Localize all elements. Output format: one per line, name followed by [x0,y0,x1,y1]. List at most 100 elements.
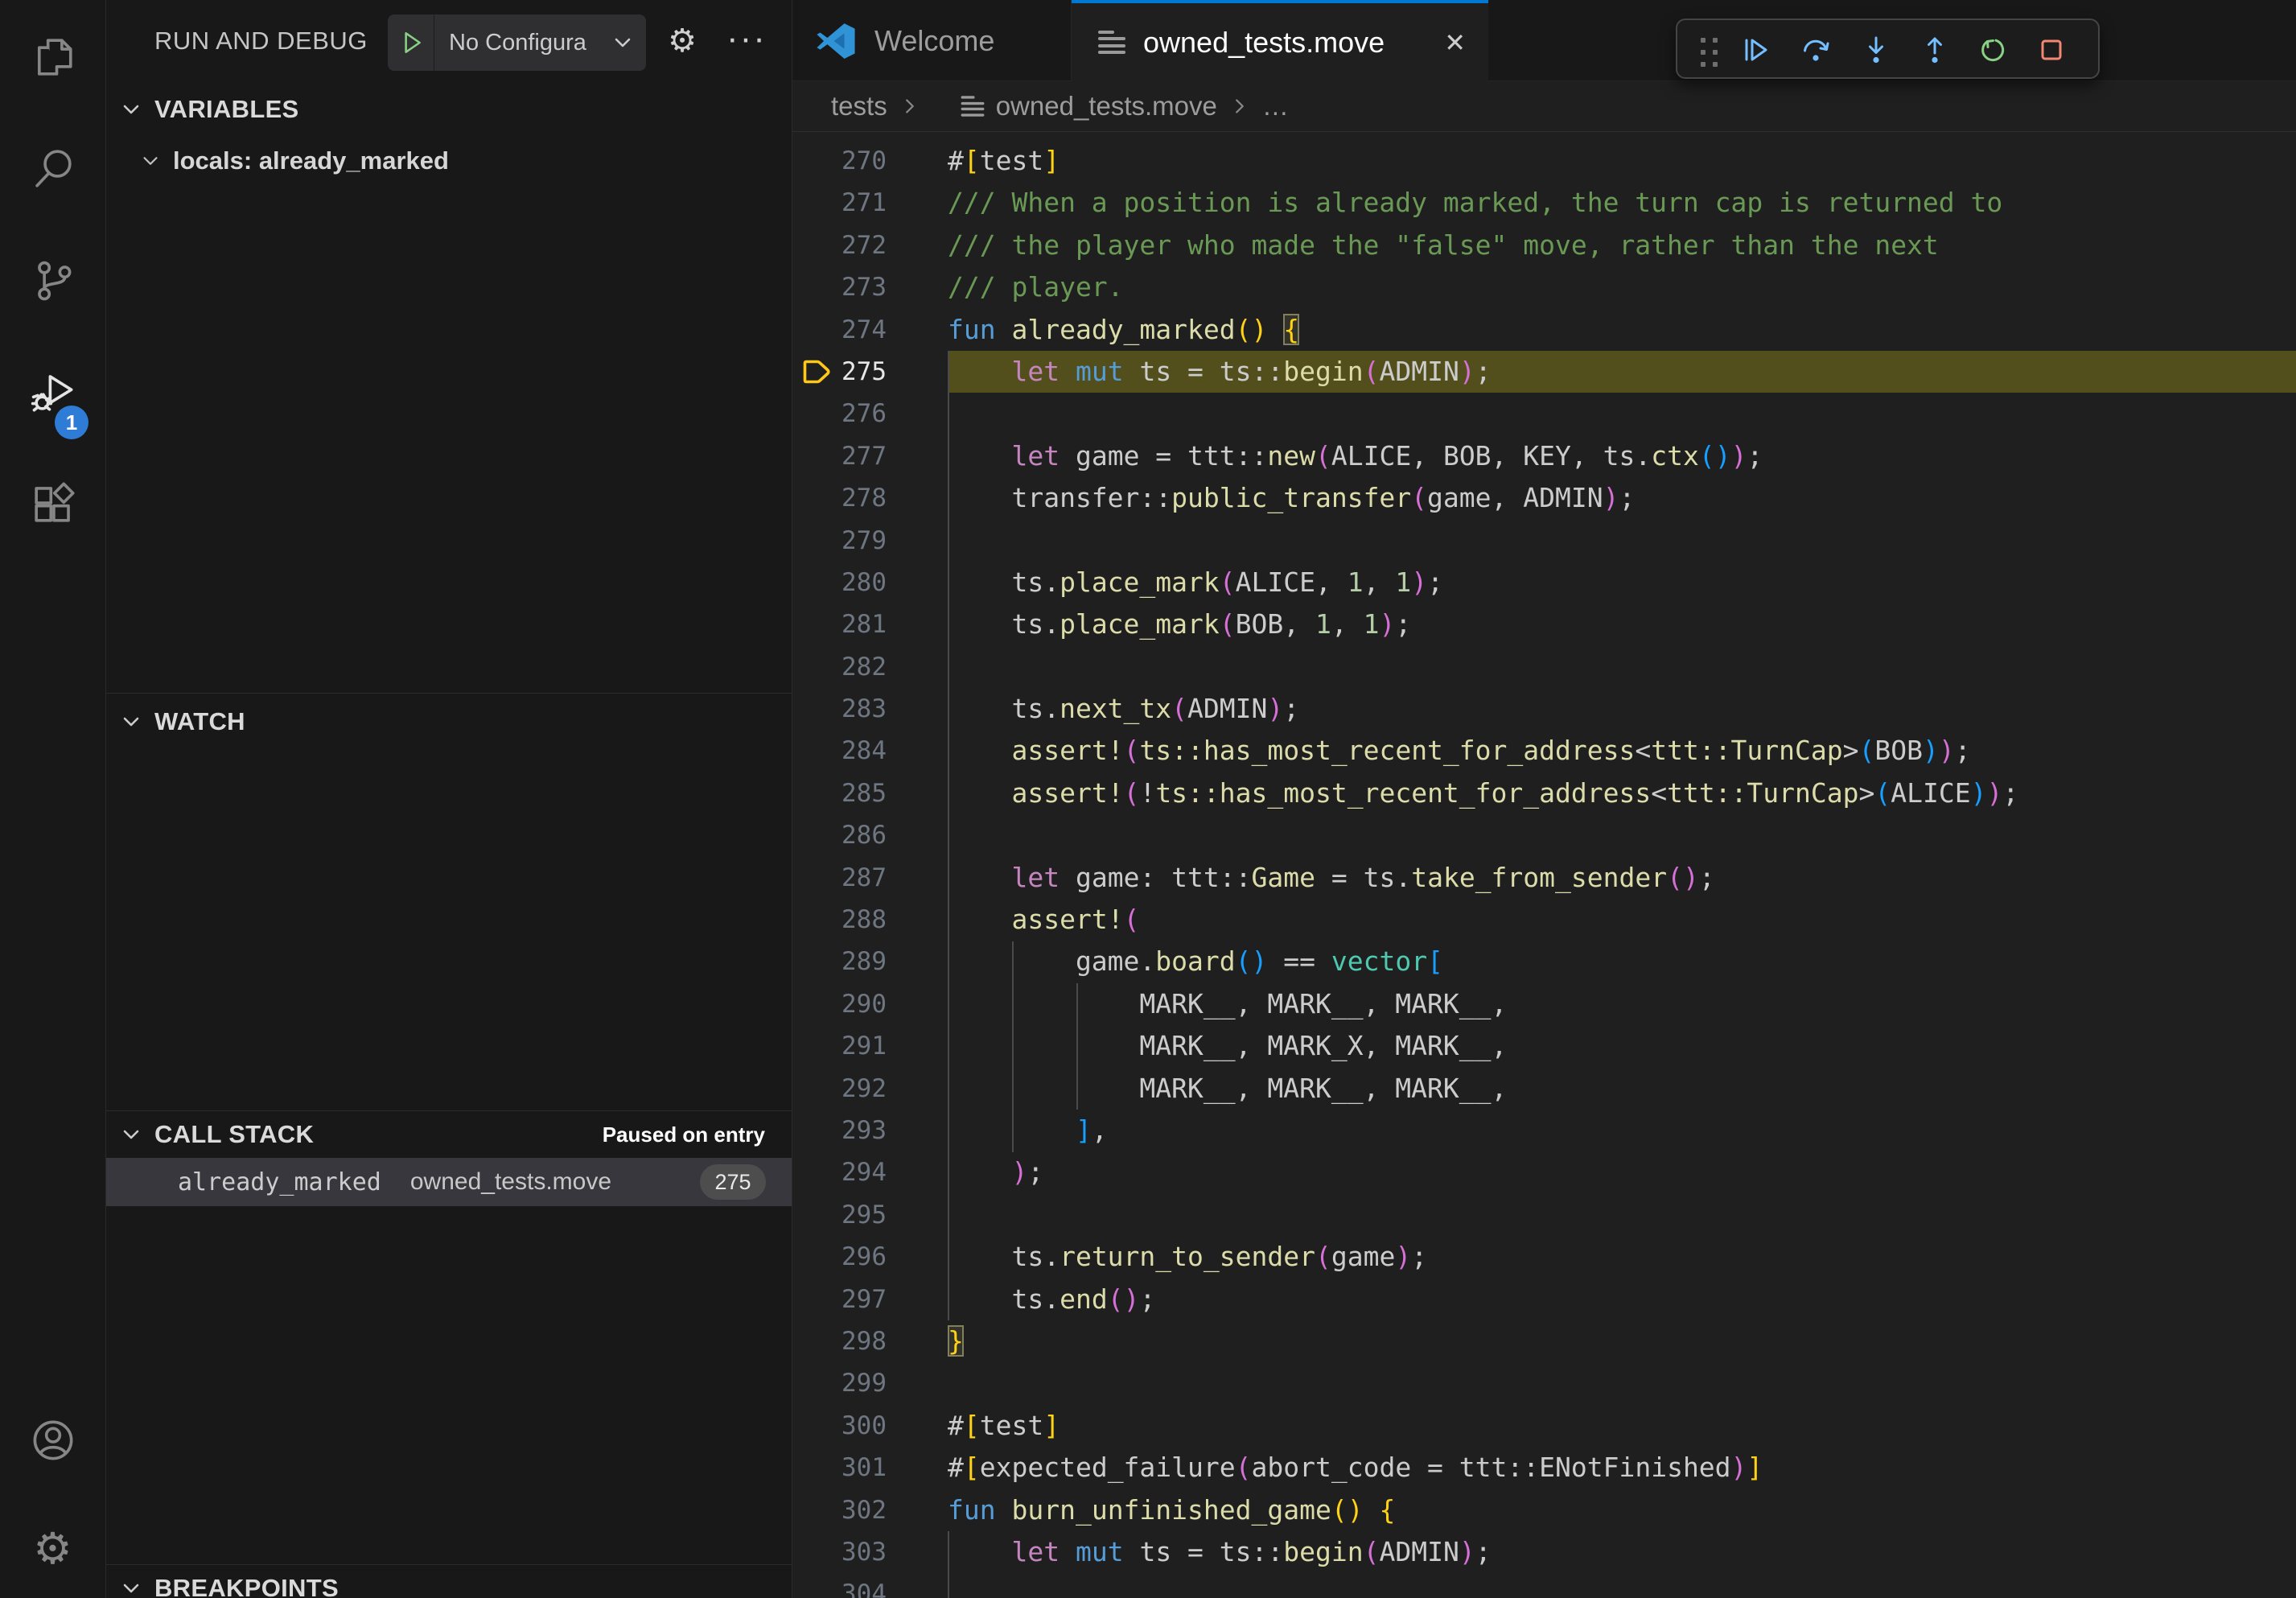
variables-section-header[interactable]: VARIABLES [106,90,792,129]
line-number[interactable]: 271 [792,182,887,224]
code-line-296[interactable]: 296 ts.return_to_sender(game); [792,1236,2296,1278]
tab-welcome[interactable]: Welcome [795,0,1072,81]
call-stack-section-header[interactable]: CALL STACK Paused on entry [106,1115,792,1154]
line-number[interactable]: 277 [792,435,887,477]
line-number[interactable]: 276 [792,393,887,435]
line-number[interactable]: 270 [792,140,887,182]
code-line-288[interactable]: 288 assert!( [792,899,2296,941]
breadcrumb-item-symbol[interactable]: … [1262,91,1289,121]
line-number[interactable]: 281 [792,603,887,645]
line-number[interactable]: 284 [792,730,887,772]
code-line-295[interactable]: 295 [792,1194,2296,1236]
line-number[interactable]: 279 [792,520,887,562]
line-number[interactable]: 294 [792,1151,887,1193]
code-editor[interactable]: 270#[test]271/// When a position is alre… [792,132,2296,1598]
breakpoints-section-header[interactable]: BREAKPOINTS [106,1569,792,1598]
line-number[interactable]: 288 [792,899,887,941]
continue-button[interactable] [1739,34,1771,66]
code-line-275[interactable]: 275 let mut ts = ts::begin(ADMIN); [792,351,2296,393]
variables-scope-row[interactable]: locals: already_marked [106,142,792,180]
line-number[interactable]: 293 [792,1110,887,1151]
code-line-283[interactable]: 283 ts.next_tx(ADMIN); [792,688,2296,730]
code-line-272[interactable]: 272/// the player who made the "false" m… [792,224,2296,266]
line-number[interactable]: 274 [792,309,887,351]
line-number[interactable]: 283 [792,688,887,730]
code-line-297[interactable]: 297 ts.end(); [792,1279,2296,1320]
code-line-274[interactable]: 274fun already_marked() { [792,309,2296,351]
line-number[interactable]: 280 [792,562,887,603]
line-number[interactable]: 287 [792,857,887,899]
extensions-icon[interactable] [30,480,76,526]
start-debug-icon[interactable] [388,14,434,71]
call-stack-frame[interactable]: already_markedowned_tests.move275 [106,1158,792,1206]
debug-configuration-dropdown[interactable]: No Configura [388,14,646,71]
step-out-button[interactable] [1919,34,1951,66]
stop-button[interactable] [2035,34,2068,66]
code-line-277[interactable]: 277 let game = ttt::new(ALICE, BOB, KEY,… [792,435,2296,477]
line-number[interactable]: 282 [792,646,887,688]
code-line-276[interactable]: 276 [792,393,2296,435]
line-number[interactable]: 300 [792,1405,887,1447]
account-icon[interactable] [30,1417,76,1464]
line-number[interactable]: 298 [792,1320,887,1362]
close-tab-icon[interactable]: ✕ [1444,27,1466,58]
code-line-284[interactable]: 284 assert!(ts::has_most_recent_for_addr… [792,730,2296,772]
more-actions-icon[interactable]: ··· [726,21,762,56]
code-line-303[interactable]: 303 let mut ts = ts::begin(ADMIN); [792,1531,2296,1573]
code-line-300[interactable]: 300#[test] [792,1405,2296,1447]
line-number[interactable]: 299 [792,1362,887,1404]
line-number[interactable]: 304 [792,1573,887,1598]
code-line-271[interactable]: 271/// When a position is already marked… [792,182,2296,224]
code-line-281[interactable]: 281 ts.place_mark(BOB, 1, 1); [792,603,2296,645]
tab-owned-tests-move[interactable]: owned_tests.move ✕ [1072,0,1488,81]
debug-settings-gear-icon[interactable]: ⚙ [665,24,699,58]
line-number[interactable]: 289 [792,941,887,982]
breadcrumb-item-tests[interactable]: tests [831,91,887,121]
code-line-273[interactable]: 273/// player. [792,266,2296,308]
code-line-289[interactable]: 289 game.board() == vector[ [792,941,2296,982]
code-line-285[interactable]: 285 assert!(!ts::has_most_recent_for_add… [792,772,2296,814]
line-number[interactable]: 272 [792,224,887,266]
line-number[interactable]: 273 [792,266,887,308]
code-line-293[interactable]: 293 ], [792,1110,2296,1151]
source-control-icon[interactable] [30,257,76,304]
restart-button[interactable] [1977,34,2009,66]
line-number[interactable]: 292 [792,1068,887,1110]
step-over-button[interactable] [1800,34,1832,66]
code-line-270[interactable]: 270#[test] [792,140,2296,182]
search-icon[interactable] [30,145,76,192]
code-line-292[interactable]: 292 MARK__, MARK__, MARK__, [792,1068,2296,1110]
line-number[interactable]: 297 [792,1279,887,1320]
code-line-291[interactable]: 291 MARK__, MARK_X, MARK__, [792,1025,2296,1067]
code-line-280[interactable]: 280 ts.place_mark(ALICE, 1, 1); [792,562,2296,603]
code-line-279[interactable]: 279 [792,520,2296,562]
code-line-298[interactable]: 298} [792,1320,2296,1362]
explorer-icon[interactable] [30,34,76,80]
code-line-278[interactable]: 278 transfer::public_transfer(game, ADMI… [792,477,2296,519]
code-line-286[interactable]: 286 [792,814,2296,856]
line-number[interactable]: 301 [792,1447,887,1489]
line-number[interactable]: 296 [792,1236,887,1278]
line-number[interactable]: 285 [792,772,887,814]
line-number[interactable]: 286 [792,814,887,856]
line-number[interactable]: 295 [792,1194,887,1236]
line-number[interactable]: 303 [792,1531,887,1573]
line-number[interactable]: 278 [792,477,887,519]
breadcrumb-item-file[interactable]: owned_tests.move [996,91,1217,121]
settings-gear-icon[interactable]: ⚙ [30,1526,76,1572]
frame-line-badge: 275 [700,1164,766,1200]
code-line-290[interactable]: 290 MARK__, MARK__, MARK__, [792,983,2296,1025]
code-line-282[interactable]: 282 [792,646,2296,688]
line-number[interactable]: 302 [792,1489,887,1531]
code-line-299[interactable]: 299 [792,1362,2296,1404]
toolbar-drag-grip[interactable] [1693,34,1725,66]
code-line-304[interactable]: 304 [792,1573,2296,1598]
line-number[interactable]: 290 [792,983,887,1025]
code-line-287[interactable]: 287 let game: ttt::Game = ts.take_from_s… [792,857,2296,899]
line-number[interactable]: 291 [792,1025,887,1067]
watch-section-header[interactable]: WATCH [106,702,792,741]
step-into-button[interactable] [1860,34,1892,66]
code-line-301[interactable]: 301#[expected_failure(abort_code = ttt::… [792,1447,2296,1489]
code-line-294[interactable]: 294 ); [792,1151,2296,1193]
code-line-302[interactable]: 302fun burn_unfinished_game() { [792,1489,2296,1531]
